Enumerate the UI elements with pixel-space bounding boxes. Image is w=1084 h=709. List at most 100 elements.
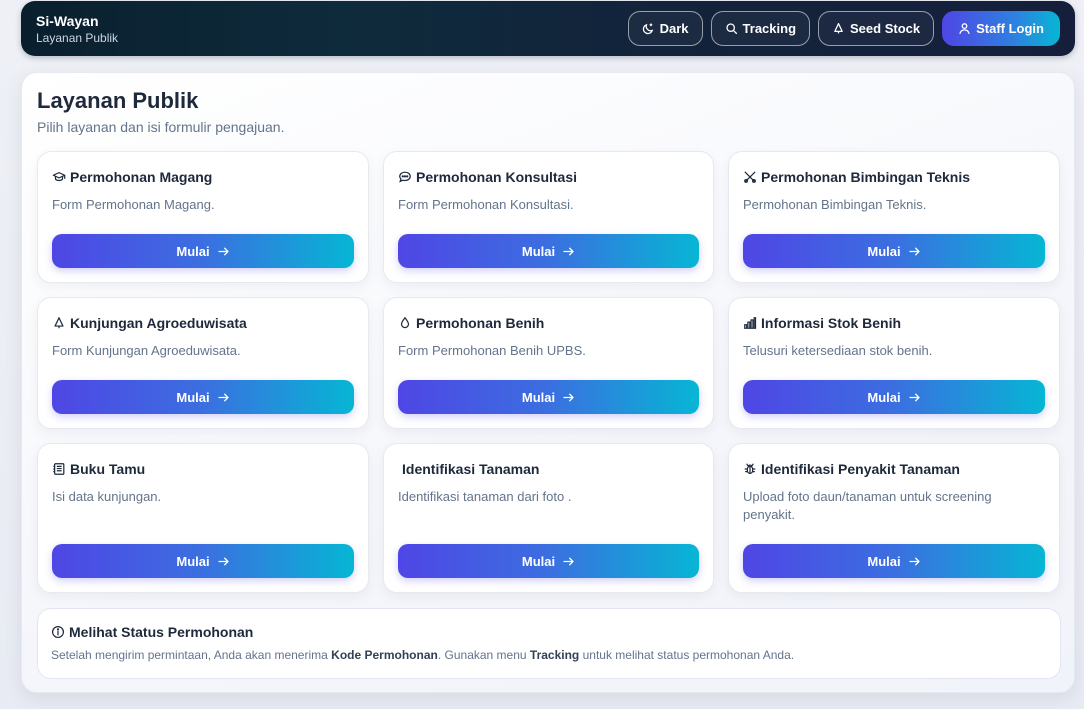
card-description: Telusuri ketersediaan stok benih. — [743, 343, 933, 358]
card-title-magang: Permohonan Magang — [52, 169, 212, 185]
brand-name: Si-Wayan — [36, 12, 99, 29]
tracking-button[interactable]: Tracking — [710, 11, 811, 46]
service-card-stok-benih: Informasi Stok Benih Telusuri ketersedia… — [728, 297, 1060, 429]
card-description: Form Permohonan Magang. — [52, 197, 215, 212]
start-magang-button[interactable]: Mulai — [52, 234, 354, 268]
brand-subtitle: Layanan Publik — [36, 30, 119, 45]
service-grid: Permohonan Magang Form Permohonan Magang… — [37, 151, 1060, 607]
start-identifikasi-penyakit-button[interactable]: Mulai — [743, 544, 1045, 578]
info-kode-permohonan: Kode Permohonan — [331, 648, 438, 662]
card-description: Form Kunjungan Agroeduwisata. — [52, 343, 241, 358]
card-title-text: Buku Tamu — [70, 461, 146, 477]
service-card-benih: Permohonan Benih Form Permohonan Benih U… — [383, 297, 714, 429]
info-title-text: Melihat Status Permohonan — [69, 624, 254, 640]
brand[interactable]: Si-Wayan Layanan Publik — [36, 12, 118, 46]
arrow-right-icon — [217, 393, 229, 401]
start-label: Mulai — [867, 553, 901, 569]
card-title-benih: Permohonan Benih — [398, 315, 544, 331]
service-card-identifikasi-tanaman: Identifikasi Tanaman Identifikasi tanama… — [383, 443, 714, 593]
info-text-part: Setelah mengirim permintaan, Anda akan m… — [51, 648, 332, 662]
nav-actions: Dark Tracking Seed Stock Staff Login — [627, 11, 1060, 46]
card-title-bimtek: Permohonan Bimbingan Teknis — [743, 169, 970, 185]
start-buku-tamu-button[interactable]: Mulai — [52, 544, 354, 578]
card-title-konsultasi: Permohonan Konsultasi — [398, 169, 577, 185]
public-services-panel: Layanan Publik Pilih layanan dan isi for… — [21, 72, 1075, 693]
card-title-text: Permohonan Bimbingan Teknis — [761, 169, 970, 185]
service-card-konsultasi: Permohonan Konsultasi Form Permohonan Ko… — [383, 151, 714, 283]
arrow-right-icon — [908, 557, 920, 565]
card-title-text: Identifikasi Tanaman — [402, 461, 540, 477]
start-label: Mulai — [521, 243, 556, 259]
tools-icon — [744, 171, 756, 183]
start-benih-button[interactable]: Mulai — [398, 380, 699, 414]
card-title-text: Informasi Stok Benih — [761, 315, 902, 331]
arrow-right-icon — [217, 247, 229, 255]
status-info-box: Melihat Status Permohonan Setelah mengir… — [37, 608, 1061, 679]
start-bimtek-button[interactable]: Mulai — [743, 234, 1045, 268]
page-subtitle: Pilih layanan dan isi formulir pengajuan… — [37, 119, 285, 135]
info-icon — [51, 625, 65, 639]
card-description: Identifikasi tanaman dari foto . — [398, 489, 572, 504]
staff-login-label: Staff Login — [976, 21, 1044, 36]
card-title-buku-tamu: Buku Tamu — [52, 461, 145, 477]
seed-stock-button[interactable]: Seed Stock — [818, 11, 935, 46]
card-title-text: Kunjungan Agroeduwisata — [70, 315, 247, 331]
chat-bubble-icon — [399, 171, 411, 183]
info-text-part: . Gunakan menu — [437, 648, 530, 662]
service-card-buku-tamu: Buku Tamu Isi data kunjungan. Mulai — [37, 443, 369, 593]
seed-stock-label: Seed Stock — [850, 21, 921, 36]
bar-chart-icon — [744, 317, 757, 329]
arrow-right-icon — [563, 557, 574, 565]
info-title: Melihat Status Permohonan — [51, 624, 253, 640]
notebook-icon — [53, 463, 65, 475]
start-konsultasi-button[interactable]: Mulai — [398, 234, 699, 268]
service-card-bimtek: Permohonan Bimbingan Teknis Permohonan B… — [728, 151, 1060, 283]
card-description: Upload foto daun/tanaman untuk screening… — [743, 489, 992, 522]
card-title-text: Identifikasi Penyakit Tanaman — [761, 461, 960, 477]
service-card-magang: Permohonan Magang Form Permohonan Magang… — [37, 151, 369, 283]
card-title-text: Permohonan Benih — [416, 315, 545, 331]
service-card-agroeduwisata: Kunjungan Agroeduwisata Form Kunjungan A… — [37, 297, 369, 429]
start-label: Mulai — [867, 389, 901, 405]
card-description: Permohonan Bimbingan Teknis. — [743, 197, 927, 212]
start-stok-benih-button[interactable]: Mulai — [743, 380, 1045, 414]
search-icon — [725, 23, 737, 35]
card-description: Isi data kunjungan. — [52, 489, 162, 504]
dark-mode-label: Dark — [659, 21, 689, 36]
arrow-right-icon — [563, 393, 574, 401]
info-text-part: untuk melihat status permohonan Anda. — [579, 648, 795, 662]
start-label: Mulai — [176, 389, 210, 405]
card-title-identifikasi-tanaman: Identifikasi Tanaman — [402, 461, 539, 477]
arrow-right-icon — [217, 557, 229, 565]
card-title-agroeduwisata: Kunjungan Agroeduwisata — [52, 315, 247, 331]
staff-login-button[interactable]: Staff Login — [942, 11, 1060, 46]
page-title: Layanan Publik — [37, 88, 199, 113]
tree-icon — [54, 317, 64, 329]
card-description: Form Permohonan Konsultasi. — [398, 197, 574, 212]
arrow-right-icon — [908, 247, 920, 255]
start-label: Mulai — [867, 243, 901, 259]
arrow-right-icon — [563, 247, 574, 255]
dark-mode-button[interactable]: Dark — [627, 11, 703, 46]
user-icon — [959, 23, 970, 35]
info-tracking: Tracking — [529, 648, 580, 662]
card-title-stok-benih: Informasi Stok Benih — [743, 315, 901, 331]
start-identifikasi-tanaman-button[interactable]: Mulai — [398, 544, 699, 578]
graduation-cap-icon — [52, 172, 66, 182]
droplet-icon — [400, 316, 410, 329]
start-label: Mulai — [176, 553, 210, 569]
bell-icon — [834, 22, 843, 34]
info-text: Setelah mengirim permintaan, Anda akan m… — [51, 648, 794, 662]
card-description: Form Permohonan Benih UPBS. — [398, 343, 586, 358]
arrow-right-icon — [908, 393, 920, 401]
card-title-text: Permohonan Magang — [70, 169, 213, 185]
start-label: Mulai — [176, 243, 210, 259]
card-title-identifikasi-penyakit: Identifikasi Penyakit Tanaman — [743, 461, 960, 477]
top-navbar: Si-Wayan Layanan Publik Dark Tracking Se… — [21, 1, 1075, 56]
service-card-identifikasi-penyakit: Identifikasi Penyakit Tanaman Upload fot… — [728, 443, 1060, 593]
start-label: Mulai — [521, 553, 556, 569]
tracking-label: Tracking — [742, 21, 797, 36]
start-label: Mulai — [521, 389, 556, 405]
start-agroeduwisata-button[interactable]: Mulai — [52, 380, 354, 414]
moon-icon — [642, 23, 653, 35]
